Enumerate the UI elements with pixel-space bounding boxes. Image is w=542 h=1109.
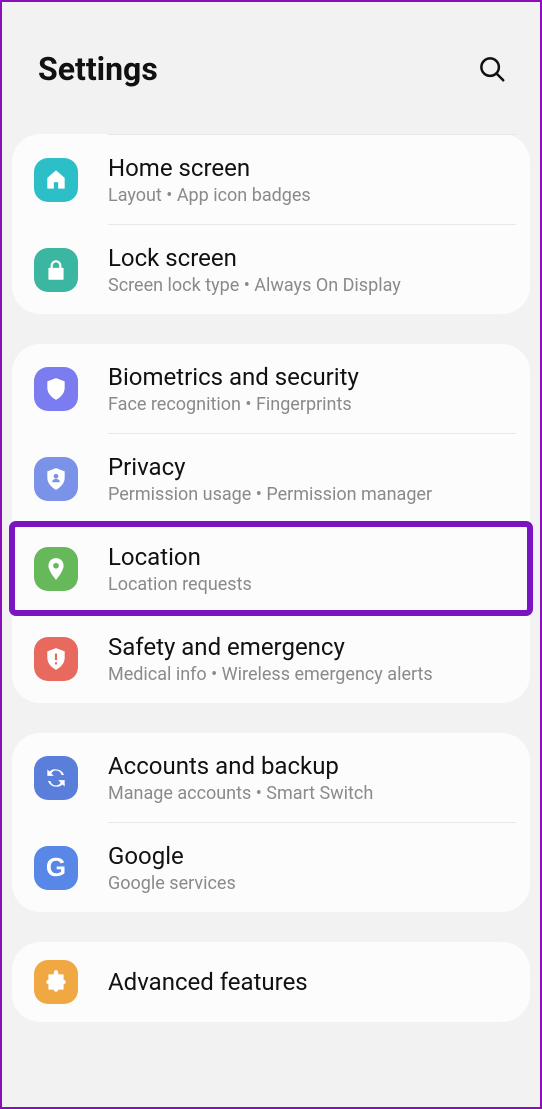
item-subtitle: Screen lock type • Always On Display bbox=[108, 275, 512, 296]
item-title: Lock screen bbox=[108, 243, 512, 273]
settings-item-accounts[interactable]: Accounts and backupManage accounts • Sma… bbox=[12, 733, 530, 822]
pin-icon-container bbox=[34, 547, 78, 591]
search-icon bbox=[477, 54, 507, 84]
settings-item-home-screen[interactable]: Home screenLayout • App icon badges bbox=[12, 135, 530, 224]
item-subtitle: Google services bbox=[108, 873, 512, 894]
item-title: Privacy bbox=[108, 452, 512, 482]
shield-icon bbox=[43, 376, 69, 402]
settings-item-privacy[interactable]: PrivacyPermission usage • Permission man… bbox=[12, 434, 530, 523]
item-subtitle: Face recognition • Fingerprints bbox=[108, 394, 512, 415]
item-subtitle: Medical info • Wireless emergency alerts bbox=[108, 664, 512, 685]
item-text: Home screenLayout • App icon badges bbox=[108, 153, 512, 206]
item-text: Biometrics and securityFace recognition … bbox=[108, 362, 512, 415]
search-button[interactable] bbox=[476, 53, 508, 85]
item-text: Accounts and backupManage accounts • Sma… bbox=[108, 751, 512, 804]
google-icon: G bbox=[46, 852, 66, 883]
item-title: Location bbox=[108, 542, 512, 572]
shield-person-icon-container bbox=[34, 457, 78, 501]
settings-item-lock-screen[interactable]: Lock screenScreen lock type • Always On … bbox=[12, 225, 530, 314]
item-text: Safety and emergencyMedical info • Wirel… bbox=[108, 632, 512, 685]
item-title: Safety and emergency bbox=[108, 632, 512, 662]
settings-group: Biometrics and securityFace recognition … bbox=[12, 344, 530, 703]
shield-person-icon bbox=[43, 466, 69, 492]
google-icon-container: G bbox=[34, 846, 78, 890]
item-text: GoogleGoogle services bbox=[108, 841, 512, 894]
settings-group: Advanced features bbox=[12, 942, 530, 1022]
item-subtitle: Layout • App icon badges bbox=[108, 185, 512, 206]
shield-icon-container bbox=[34, 367, 78, 411]
item-subtitle: Permission usage • Permission manager bbox=[108, 484, 512, 505]
sync-icon-container bbox=[34, 756, 78, 800]
item-text: Lock screenScreen lock type • Always On … bbox=[108, 243, 512, 296]
item-text: Advanced features bbox=[108, 967, 512, 997]
item-title: Biometrics and security bbox=[108, 362, 512, 392]
settings-item-biometrics[interactable]: Biometrics and securityFace recognition … bbox=[12, 344, 530, 433]
settings-item-location[interactable]: LocationLocation requests bbox=[12, 524, 530, 613]
settings-item-google[interactable]: G GoogleGoogle services bbox=[12, 823, 530, 912]
item-title: Google bbox=[108, 841, 512, 871]
lock-icon-container bbox=[34, 248, 78, 292]
item-text: PrivacyPermission usage • Permission man… bbox=[108, 452, 512, 505]
puzzle-icon-container bbox=[34, 960, 78, 1004]
item-title: Advanced features bbox=[108, 967, 512, 997]
settings-item-safety[interactable]: Safety and emergencyMedical info • Wirel… bbox=[12, 614, 530, 703]
home-icon-container bbox=[34, 158, 78, 202]
shield-alert-icon-container bbox=[34, 637, 78, 681]
lock-icon bbox=[43, 257, 69, 283]
puzzle-icon bbox=[43, 969, 69, 995]
item-subtitle: Manage accounts • Smart Switch bbox=[108, 783, 512, 804]
settings-header: Settings bbox=[2, 2, 540, 116]
settings-group: Home screenLayout • App icon badges Lock … bbox=[12, 134, 530, 314]
shield-alert-icon bbox=[43, 646, 69, 672]
page-title: Settings bbox=[38, 50, 158, 88]
item-subtitle: Location requests bbox=[108, 574, 512, 595]
settings-item-advanced[interactable]: Advanced features bbox=[12, 942, 530, 1022]
item-title: Home screen bbox=[108, 153, 512, 183]
item-text: LocationLocation requests bbox=[108, 542, 512, 595]
home-icon bbox=[43, 167, 69, 193]
sync-icon bbox=[43, 765, 69, 791]
item-title: Accounts and backup bbox=[108, 751, 512, 781]
pin-icon bbox=[43, 556, 69, 582]
settings-group: Accounts and backupManage accounts • Sma… bbox=[12, 733, 530, 912]
